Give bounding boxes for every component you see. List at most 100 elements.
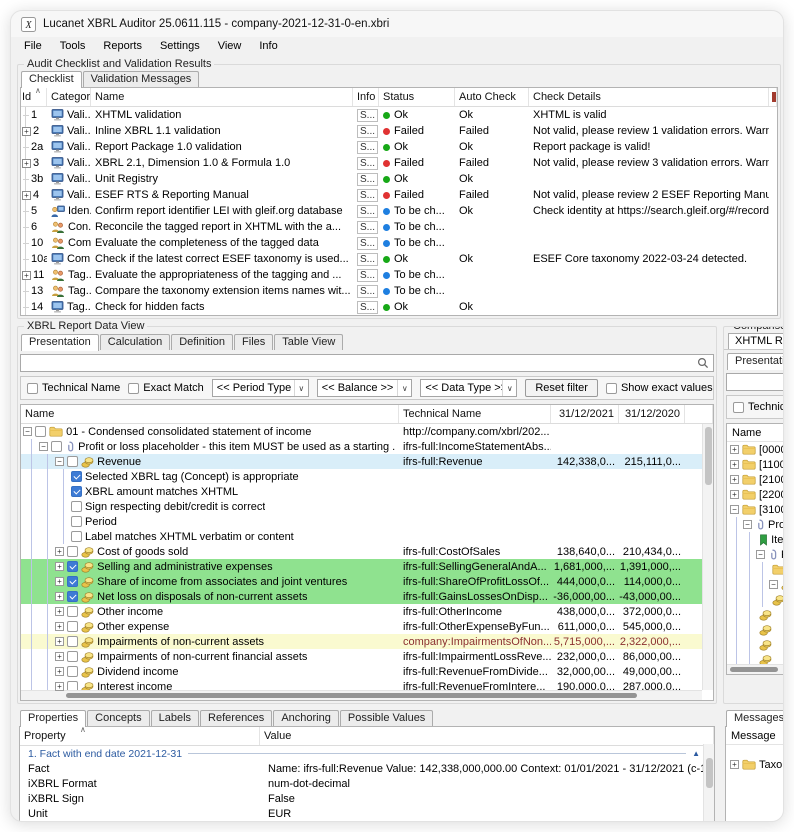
collapse-expander-icon[interactable]: − — [730, 505, 739, 514]
tree-row[interactable]: XBRL amount matches XHTML — [21, 484, 713, 499]
expand-expander-icon[interactable]: + — [55, 547, 64, 556]
message-tree-item[interactable]: + Taxonom — [726, 757, 784, 772]
menu-item-info[interactable]: Info — [250, 39, 286, 53]
tree-row[interactable]: − Profit or loss placeholder - this item… — [21, 439, 713, 454]
tag-checkbox[interactable] — [51, 441, 62, 452]
expand-expander-icon[interactable]: + — [22, 191, 31, 200]
table-row[interactable]: 10Com...Evaluate the completeness of the… — [21, 235, 777, 251]
table-row[interactable]: 3bVali...Unit RegistryS...OkOk — [21, 171, 777, 187]
column-header-info[interactable]: Info — [353, 88, 379, 106]
expand-expander-icon[interactable]: + — [22, 127, 31, 136]
tag-checkbox[interactable] — [35, 426, 46, 437]
show-exact-values-checkbox[interactable] — [606, 383, 617, 394]
property-row[interactable]: iXBRL SignFalse — [20, 791, 714, 806]
technical-name-checkbox[interactable] — [27, 383, 38, 394]
tree-column-header-period-31-12-2020[interactable]: 31/12/2020 — [619, 405, 685, 423]
check-item-checkbox[interactable] — [71, 486, 82, 497]
expand-expander-icon[interactable]: + — [730, 475, 739, 484]
tag-checkbox[interactable] — [67, 651, 78, 662]
comparison-tree-item[interactable] — [727, 622, 784, 637]
expand-expander-icon[interactable]: + — [55, 622, 64, 631]
tag-checkbox[interactable] — [67, 546, 78, 557]
column-header-property[interactable]: Property∧ — [20, 727, 260, 745]
reset-filter-button[interactable]: Reset filter — [525, 379, 598, 397]
column-header-value[interactable]: Value — [260, 727, 714, 745]
table-row[interactable]: 6Con...Reconcile the tagged report in XH… — [21, 219, 777, 235]
info-button[interactable]: S... — [357, 125, 378, 138]
comparison-tree-item[interactable] — [727, 607, 784, 622]
info-button[interactable]: S... — [357, 173, 378, 186]
comparison-tree-item[interactable] — [727, 592, 784, 607]
properties-tab-references[interactable]: References — [200, 710, 272, 726]
tree-row[interactable]: Label matches XHTML verbatim or content — [21, 529, 713, 544]
info-button[interactable]: S... — [357, 141, 378, 154]
table-row[interactable]: 13Tag...Compare the taxonomy extension i… — [21, 283, 777, 299]
column-header-auto-check[interactable]: Auto Check — [455, 88, 529, 106]
tag-checkbox[interactable] — [67, 636, 78, 647]
tree-row[interactable]: + Net loss on disposals of non-current a… — [21, 589, 713, 604]
table-row[interactable]: 10aCom...Check if the latest correct ESE… — [21, 251, 777, 267]
collapse-expander-icon[interactable]: − — [55, 457, 64, 466]
properties-tab-concepts[interactable]: Concepts — [87, 710, 149, 726]
tree-row[interactable]: + Impairments of non-current financial a… — [21, 649, 713, 664]
table-row[interactable]: +2Vali...Inline XBRL 1.1 validationS...F… — [21, 123, 777, 139]
expand-expander-icon[interactable]: + — [55, 682, 64, 691]
info-button[interactable]: S... — [357, 189, 378, 202]
tab-files[interactable]: Files — [234, 334, 273, 350]
tab-definition[interactable]: Definition — [171, 334, 233, 350]
tree-row[interactable]: Sign respecting debit/credit is correct — [21, 499, 713, 514]
comparison-tree-item[interactable] — [727, 562, 784, 577]
comparison-tab-presentation[interactable]: Presentation — [727, 353, 784, 370]
fact-section-row[interactable]: 1. Fact with end date 2021-12-31 ▲ — [20, 746, 714, 761]
tag-checkbox[interactable] — [67, 621, 78, 632]
menu-item-view[interactable]: View — [209, 39, 251, 53]
tree-row[interactable]: + Dividend incomeifrs-full:RevenueFromDi… — [21, 664, 713, 679]
info-button[interactable]: S... — [357, 157, 378, 170]
tree-row[interactable]: − Revenueifrs-full:Revenue142,338,0...21… — [21, 454, 713, 469]
tree-row[interactable]: Period — [21, 514, 713, 529]
expand-expander-icon[interactable]: + — [55, 592, 64, 601]
properties-tab-possible-values[interactable]: Possible Values — [340, 710, 433, 726]
expand-expander-icon[interactable]: + — [55, 637, 64, 646]
tree-row[interactable]: Selected XBRL tag (Concept) is appropria… — [21, 469, 713, 484]
table-row[interactable]: 2aVali...Report Package 1.0 validationS.… — [21, 139, 777, 155]
expand-expander-icon[interactable]: + — [55, 652, 64, 661]
tree-vertical-scrollbar[interactable] — [702, 424, 713, 690]
tree-row[interactable]: − 01 - Condensed consolidated statement … — [21, 424, 713, 439]
tree-column-header-technical-name[interactable]: Technical Name — [399, 405, 551, 423]
collapse-expander-icon[interactable]: − — [39, 442, 48, 451]
tag-checkbox[interactable] — [67, 666, 78, 677]
tree-horizontal-scrollbar[interactable] — [21, 690, 702, 700]
comparison-horizontal-scrollbar[interactable] — [727, 664, 784, 674]
comparison-search-input[interactable] — [726, 373, 784, 391]
expand-expander-icon[interactable]: + — [22, 159, 31, 168]
xhtml-report-view-tab[interactable]: XHTML Report View — [728, 333, 784, 349]
properties-tab-anchoring[interactable]: Anchoring — [273, 710, 339, 726]
check-item-checkbox[interactable] — [71, 501, 82, 512]
table-row[interactable]: 1Vali...XHTML validationS...OkOkXHTML is… — [21, 107, 777, 123]
messages-tab-messages[interactable]: Messages — [726, 710, 784, 727]
search-input[interactable] — [20, 354, 714, 372]
check-item-checkbox[interactable] — [71, 471, 82, 482]
expand-expander-icon[interactable]: + — [55, 562, 64, 571]
info-button[interactable]: S... — [357, 301, 378, 314]
table-row[interactable]: 14Tag...Check for hidden factsS...OkOk — [21, 299, 777, 315]
tag-checkbox[interactable] — [67, 561, 78, 572]
property-row[interactable]: UnitEUR — [20, 806, 714, 821]
expand-expander-icon[interactable]: + — [55, 607, 64, 616]
info-button[interactable]: S... — [357, 205, 378, 218]
info-button[interactable]: S... — [357, 269, 378, 282]
menu-item-tools[interactable]: Tools — [51, 39, 95, 53]
column-header-check-details[interactable]: Check Details — [529, 88, 769, 106]
comparison-tree-item[interactable]: − — [727, 577, 784, 592]
comparison-tree-item[interactable]: − [310000 — [727, 502, 784, 517]
expand-expander-icon[interactable]: + — [730, 445, 739, 454]
comparison-tree-item[interactable]: + [210000 — [727, 472, 784, 487]
collapse-expander-icon[interactable]: − — [23, 427, 32, 436]
tab-checklist[interactable]: Checklist — [21, 71, 82, 88]
tree-row[interactable]: + Selling and administrative expensesifr… — [21, 559, 713, 574]
table-row[interactable]: 5Iden...Confirm report identifier LEI wi… — [21, 203, 777, 219]
expand-expander-icon[interactable]: + — [55, 577, 64, 586]
menu-item-reports[interactable]: Reports — [94, 39, 151, 53]
tree-column-header-name[interactable]: Name — [21, 405, 399, 423]
